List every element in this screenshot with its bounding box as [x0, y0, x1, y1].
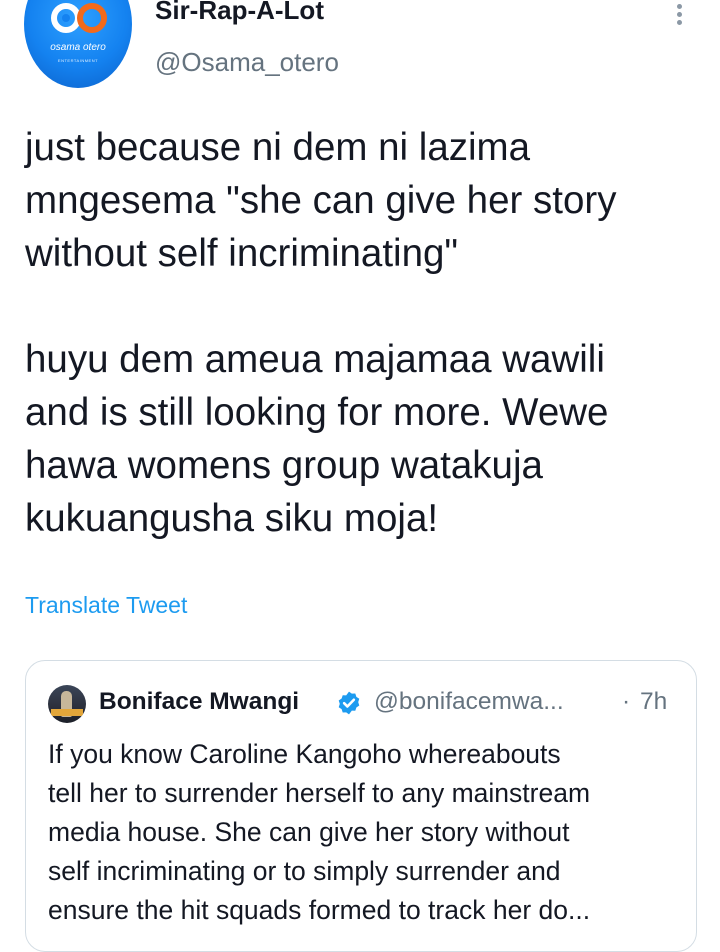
avatar-stripe: [51, 709, 83, 716]
avatar-brand-subtext: ENTERTAINMENT: [57, 58, 99, 63]
quoted-author-avatar: [48, 685, 86, 723]
verified-badge-icon: [338, 691, 360, 715]
author-display-name[interactable]: Sir-Rap-A-Lot: [155, 0, 324, 26]
more-dot: [676, 4, 682, 9]
more-options-icon[interactable]: [675, 4, 683, 26]
quoted-tweet-time: 7h: [640, 688, 668, 715]
tweet-paragraph: just because ni dem ni lazima mngesema "…: [25, 126, 617, 275]
more-dot: [676, 12, 682, 17]
quoted-tweet-text: If you know Caroline Kangoho whereabouts…: [48, 739, 591, 925]
author-avatar[interactable]: osama otero ENTERTAINMENT: [24, 0, 132, 88]
author-handle[interactable]: @Osama_otero: [155, 47, 339, 78]
quoted-author-name: Boniface Mwangi: [99, 688, 300, 715]
avatar-brand-text: osama otero: [50, 42, 106, 53]
infinity-logo-icon: [51, 3, 107, 33]
quoted-author-handle: @bonifacemwa...: [374, 688, 564, 715]
translate-tweet-link[interactable]: Translate Tweet: [25, 592, 187, 619]
meta-separator: ·: [622, 688, 631, 715]
tweet-paragraph: huyu dem ameua majamaa wawili and is sti…: [25, 338, 609, 540]
tweet-text: just because ni dem ni lazima mngesema "…: [25, 121, 710, 545]
more-dot: [676, 20, 682, 25]
quoted-tweet-card[interactable]: Boniface Mwangi @bonifacemwa... · 7h If …: [25, 660, 697, 952]
